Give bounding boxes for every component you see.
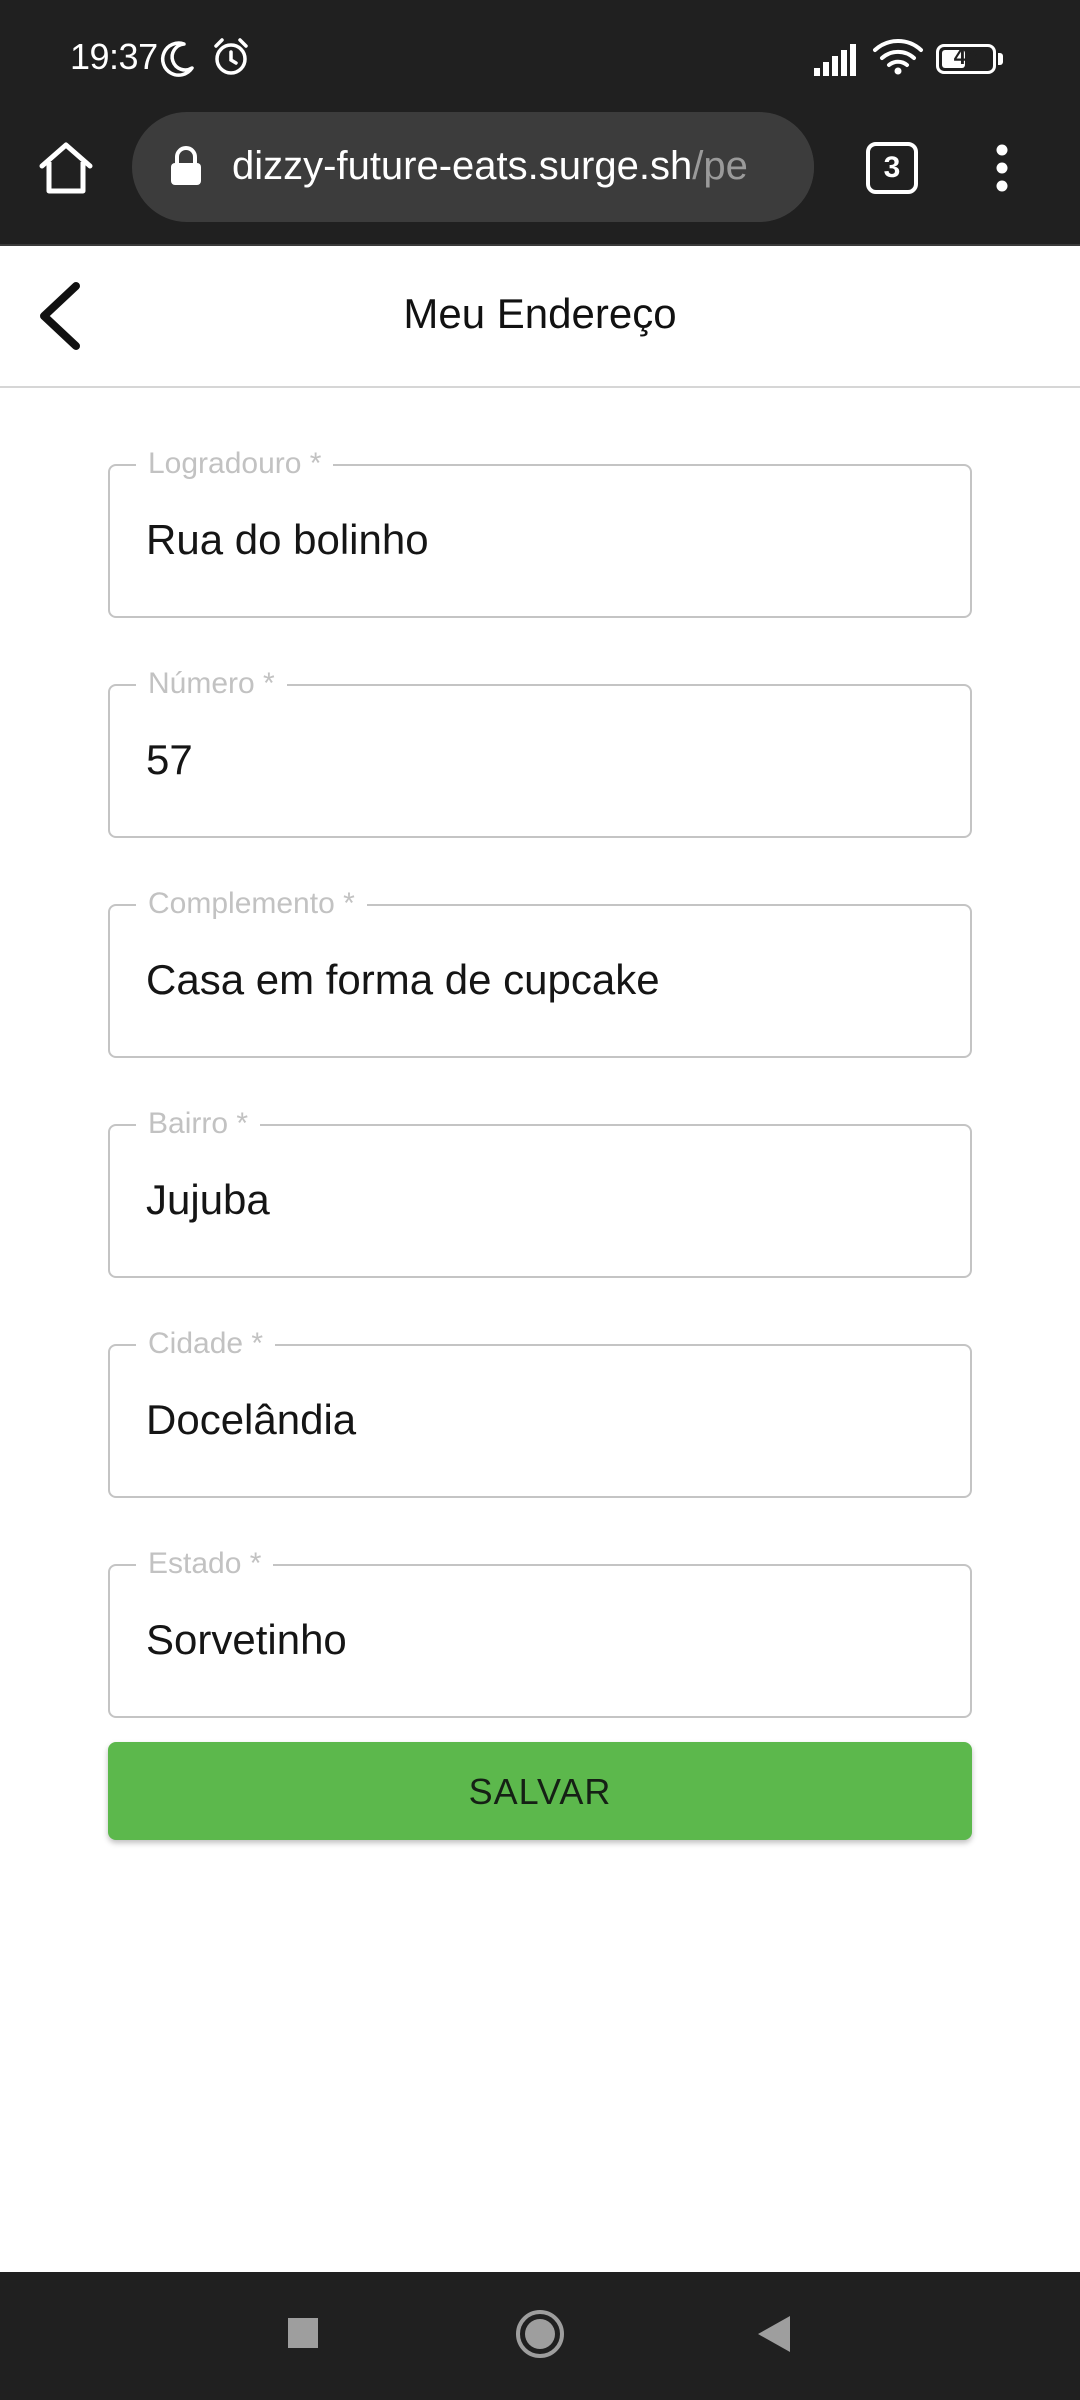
system-nav-bar: [0, 2272, 1080, 2400]
save-button[interactable]: SALVAR: [108, 1742, 972, 1840]
cidade-input[interactable]: [146, 1396, 936, 1444]
status-time: 19:37: [70, 36, 158, 77]
tab-switcher-button[interactable]: 3: [866, 142, 918, 194]
browser-toolbar: dizzy-future-eats.surge.sh/pe 3: [0, 112, 1080, 246]
wifi-icon: [873, 39, 923, 75]
field-numero: Número *: [108, 667, 972, 838]
field-label-numero: Número *: [136, 667, 287, 701]
lock-icon: [171, 146, 201, 185]
field-logradouro: Logradouro *: [108, 447, 972, 618]
field-complemento: Complemento *: [108, 887, 972, 1058]
field-label-logradouro: Logradouro *: [136, 447, 334, 481]
alarm-icon: [214, 38, 248, 75]
field-label-bairro: Bairro *: [136, 1107, 261, 1141]
field-estado: Estado *: [108, 1547, 972, 1718]
url-host: dizzy-future-eats.surge.sh: [232, 144, 693, 188]
page-header: Meu Endereço: [0, 246, 1080, 388]
complemento-input[interactable]: [146, 956, 936, 1004]
estado-input[interactable]: [146, 1616, 936, 1664]
status-bar: 19:37 48: [0, 0, 1080, 112]
signal-icon: [814, 44, 856, 76]
field-label-estado: Estado *: [136, 1547, 274, 1581]
battery-level: 48: [953, 44, 979, 69]
bairro-input[interactable]: [146, 1176, 936, 1224]
address-bar[interactable]: dizzy-future-eats.surge.sh/pe: [132, 112, 814, 222]
field-label-complemento: Complemento *: [136, 887, 367, 921]
url-text: dizzy-future-eats.surge.sh/pe: [232, 144, 748, 189]
field-bairro: Bairro *: [108, 1107, 972, 1278]
battery-tip: [998, 53, 1003, 65]
recents-square-icon[interactable]: [286, 2316, 320, 2350]
url-path: /pe: [692, 144, 748, 188]
numero-input[interactable]: [146, 736, 936, 784]
home-circle-icon[interactable]: [514, 2308, 566, 2360]
moon-icon: [161, 41, 194, 77]
field-label-cidade: Cidade *: [136, 1327, 276, 1361]
url-fade: [754, 112, 814, 222]
back-triangle-icon[interactable]: [756, 2314, 792, 2354]
battery-icon: 48: [936, 44, 996, 74]
home-icon[interactable]: [34, 136, 98, 200]
page-title: Meu Endereço: [403, 290, 677, 337]
field-cidade: Cidade *: [108, 1327, 972, 1498]
more-vert-icon[interactable]: [982, 136, 1022, 200]
logradouro-input[interactable]: [146, 516, 936, 564]
address-form: Logradouro * Número * Complemento * Bair…: [108, 447, 972, 1784]
